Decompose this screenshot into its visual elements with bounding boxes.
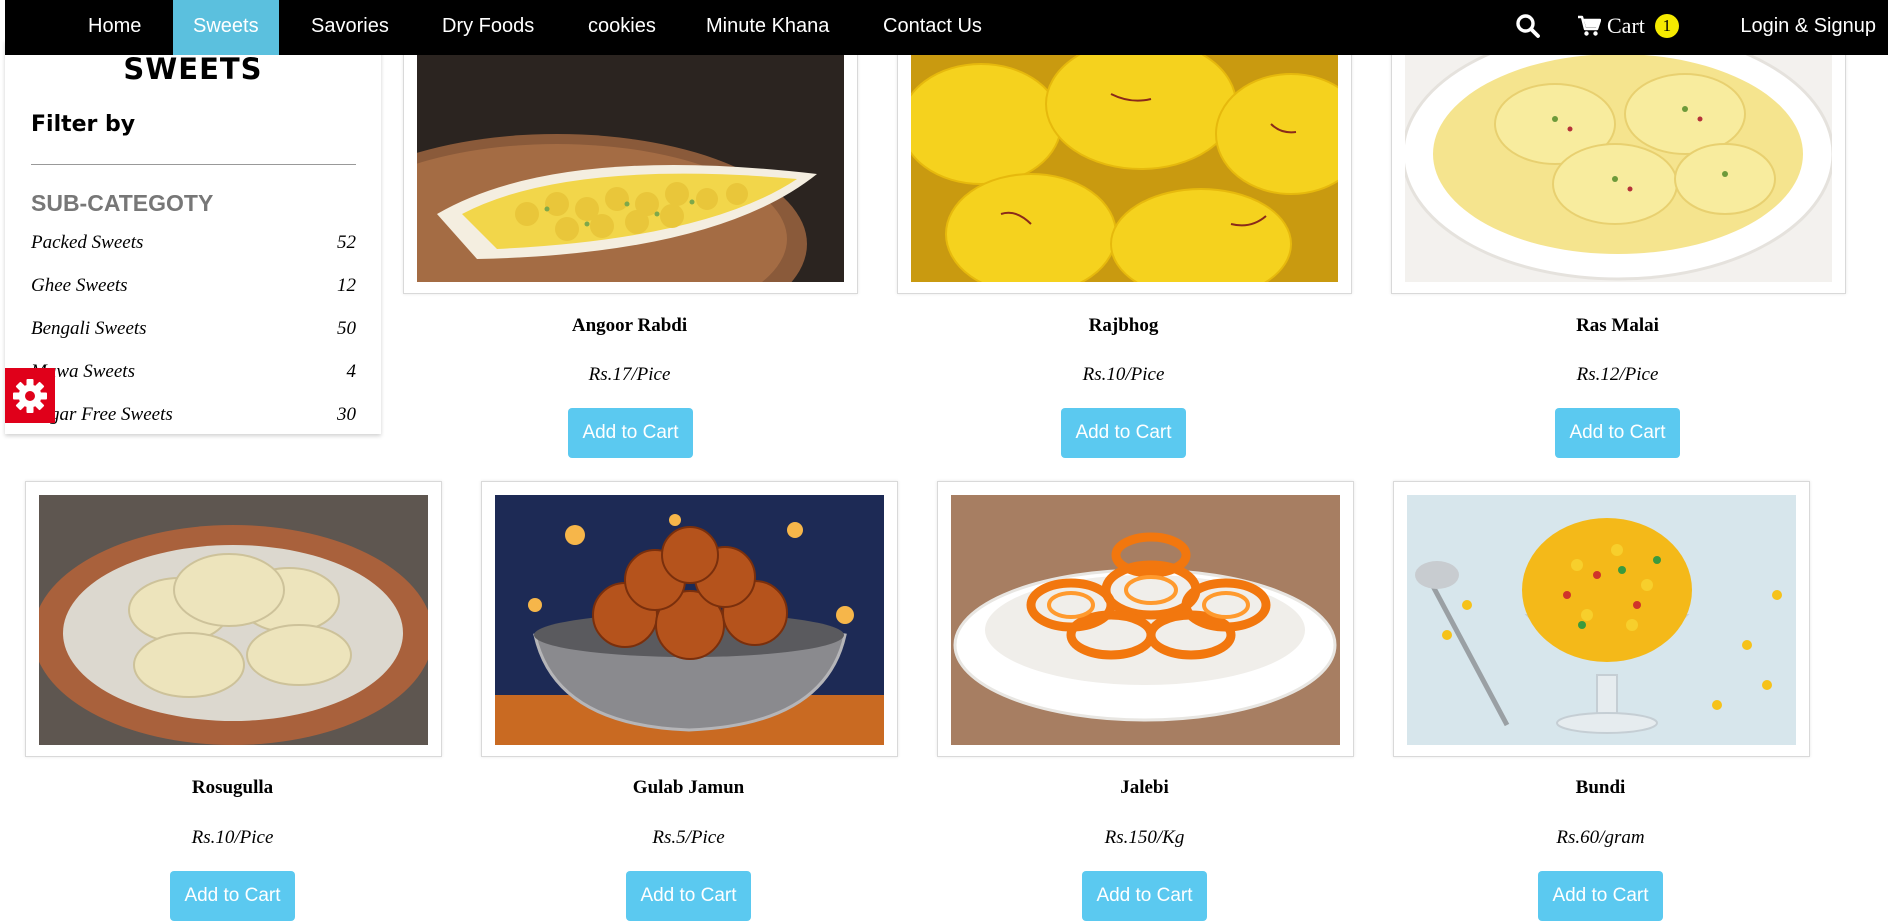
subcategory-item-packed-sweets[interactable]: Packed Sweets 52	[31, 232, 356, 262]
shopping-cart-icon	[1578, 15, 1601, 36]
add-to-cart-button[interactable]: Add to Cart	[170, 871, 295, 921]
top-navbar: Home Sweets Savories Dry Foods cookies M…	[5, 0, 1888, 55]
product-name: Jalebi	[1120, 777, 1169, 798]
add-to-cart-button[interactable]: Add to Cart	[1082, 871, 1207, 921]
product-image-jalebi	[951, 495, 1340, 745]
nav-savories[interactable]: Savories	[291, 0, 409, 55]
subcategory-count: 52	[337, 232, 356, 253]
product-image-rosugulla	[39, 495, 428, 745]
subcategory-item-bengali-sweets[interactable]: Bengali Sweets 50	[31, 318, 356, 348]
product-card-image[interactable]	[897, 30, 1352, 294]
add-to-cart-button[interactable]: Add to Cart	[568, 408, 693, 458]
product-price: Rs.17/Pice	[588, 364, 671, 385]
product-name: Bundi	[1575, 777, 1626, 798]
product-price: Rs.10/Pice	[1082, 364, 1165, 385]
product-card-image[interactable]	[1391, 30, 1846, 294]
subcategory-item-sugar-free-sweets[interactable]: Sugar Free Sweets 30	[31, 404, 356, 434]
subcategory-count: 50	[337, 318, 356, 339]
product-image-ras-malai	[1405, 44, 1832, 282]
filter-by-label: Filter by	[31, 112, 136, 137]
product-price: Rs.60/gram	[1556, 827, 1645, 848]
nav-home[interactable]: Home	[68, 0, 161, 55]
settings-tab[interactable]	[5, 368, 55, 423]
subcategory-count: 4	[346, 361, 357, 382]
product-name: Rajbhog	[1088, 315, 1159, 336]
add-to-cart-button[interactable]: Add to Cart	[1538, 871, 1663, 921]
add-to-cart-button[interactable]: Add to Cart	[1555, 408, 1680, 458]
category-heading: SWEETS	[123, 52, 263, 86]
filter-sidebar: SWEETS Filter by SUB-CATEGOTY Packed Swe…	[5, 40, 381, 434]
subcategory-item-ghee-sweets[interactable]: Ghee Sweets 12	[31, 275, 356, 305]
product-price: Rs.10/Pice	[191, 827, 274, 848]
nav-contact-us[interactable]: Contact Us	[863, 0, 1002, 55]
add-to-cart-button[interactable]: Add to Cart	[1061, 408, 1186, 458]
product-price: Rs.150/Kg	[1104, 827, 1185, 848]
subcategory-count: 30	[337, 404, 356, 425]
product-name: Angoor Rabdi	[571, 315, 688, 336]
divider	[31, 164, 356, 165]
nav-cookies[interactable]: cookies	[568, 0, 676, 55]
cart-count-badge: 1	[1654, 14, 1679, 38]
nav-sweets[interactable]: Sweets	[173, 0, 279, 55]
product-card-image[interactable]	[1393, 481, 1810, 757]
product-card-image[interactable]	[25, 481, 442, 757]
product-name: Ras Malai	[1576, 315, 1659, 336]
product-price: Rs.12/Pice	[1576, 364, 1659, 385]
product-card-image[interactable]	[481, 481, 898, 757]
subcategory-count: 12	[337, 275, 356, 296]
cart-label: Cart	[1607, 13, 1645, 38]
product-image-rajbhog	[911, 44, 1338, 282]
gear-icon	[13, 378, 47, 413]
product-name: Gulab Jamun	[632, 777, 745, 798]
subcategory-name: Bengali Sweets	[31, 318, 147, 339]
nav-minute-khana[interactable]: Minute Khana	[686, 0, 849, 55]
product-image-bundi	[1407, 495, 1796, 745]
cart-button[interactable]: Cart 1	[1577, 10, 1679, 42]
login-signup-link[interactable]: Login & Signup	[1740, 0, 1876, 52]
add-to-cart-button[interactable]: Add to Cart	[626, 871, 751, 921]
subcategory-name: Packed Sweets	[31, 232, 144, 253]
nav-dry-foods[interactable]: Dry Foods	[422, 0, 554, 55]
product-price: Rs.5/Pice	[652, 827, 725, 848]
product-name: Rosugulla	[191, 777, 274, 798]
subcategory-title: SUB-CATEGOTY	[31, 190, 214, 216]
product-card-image[interactable]	[403, 30, 858, 294]
search-icon[interactable]	[1515, 13, 1541, 39]
product-image-angoor-rabdi	[417, 44, 844, 282]
subcategory-item-mawa-sweets[interactable]: Mawa Sweets 4	[31, 361, 356, 391]
product-card-image[interactable]	[937, 481, 1354, 757]
product-image-gulab-jamun	[495, 495, 884, 745]
subcategory-name: Ghee Sweets	[31, 275, 128, 296]
